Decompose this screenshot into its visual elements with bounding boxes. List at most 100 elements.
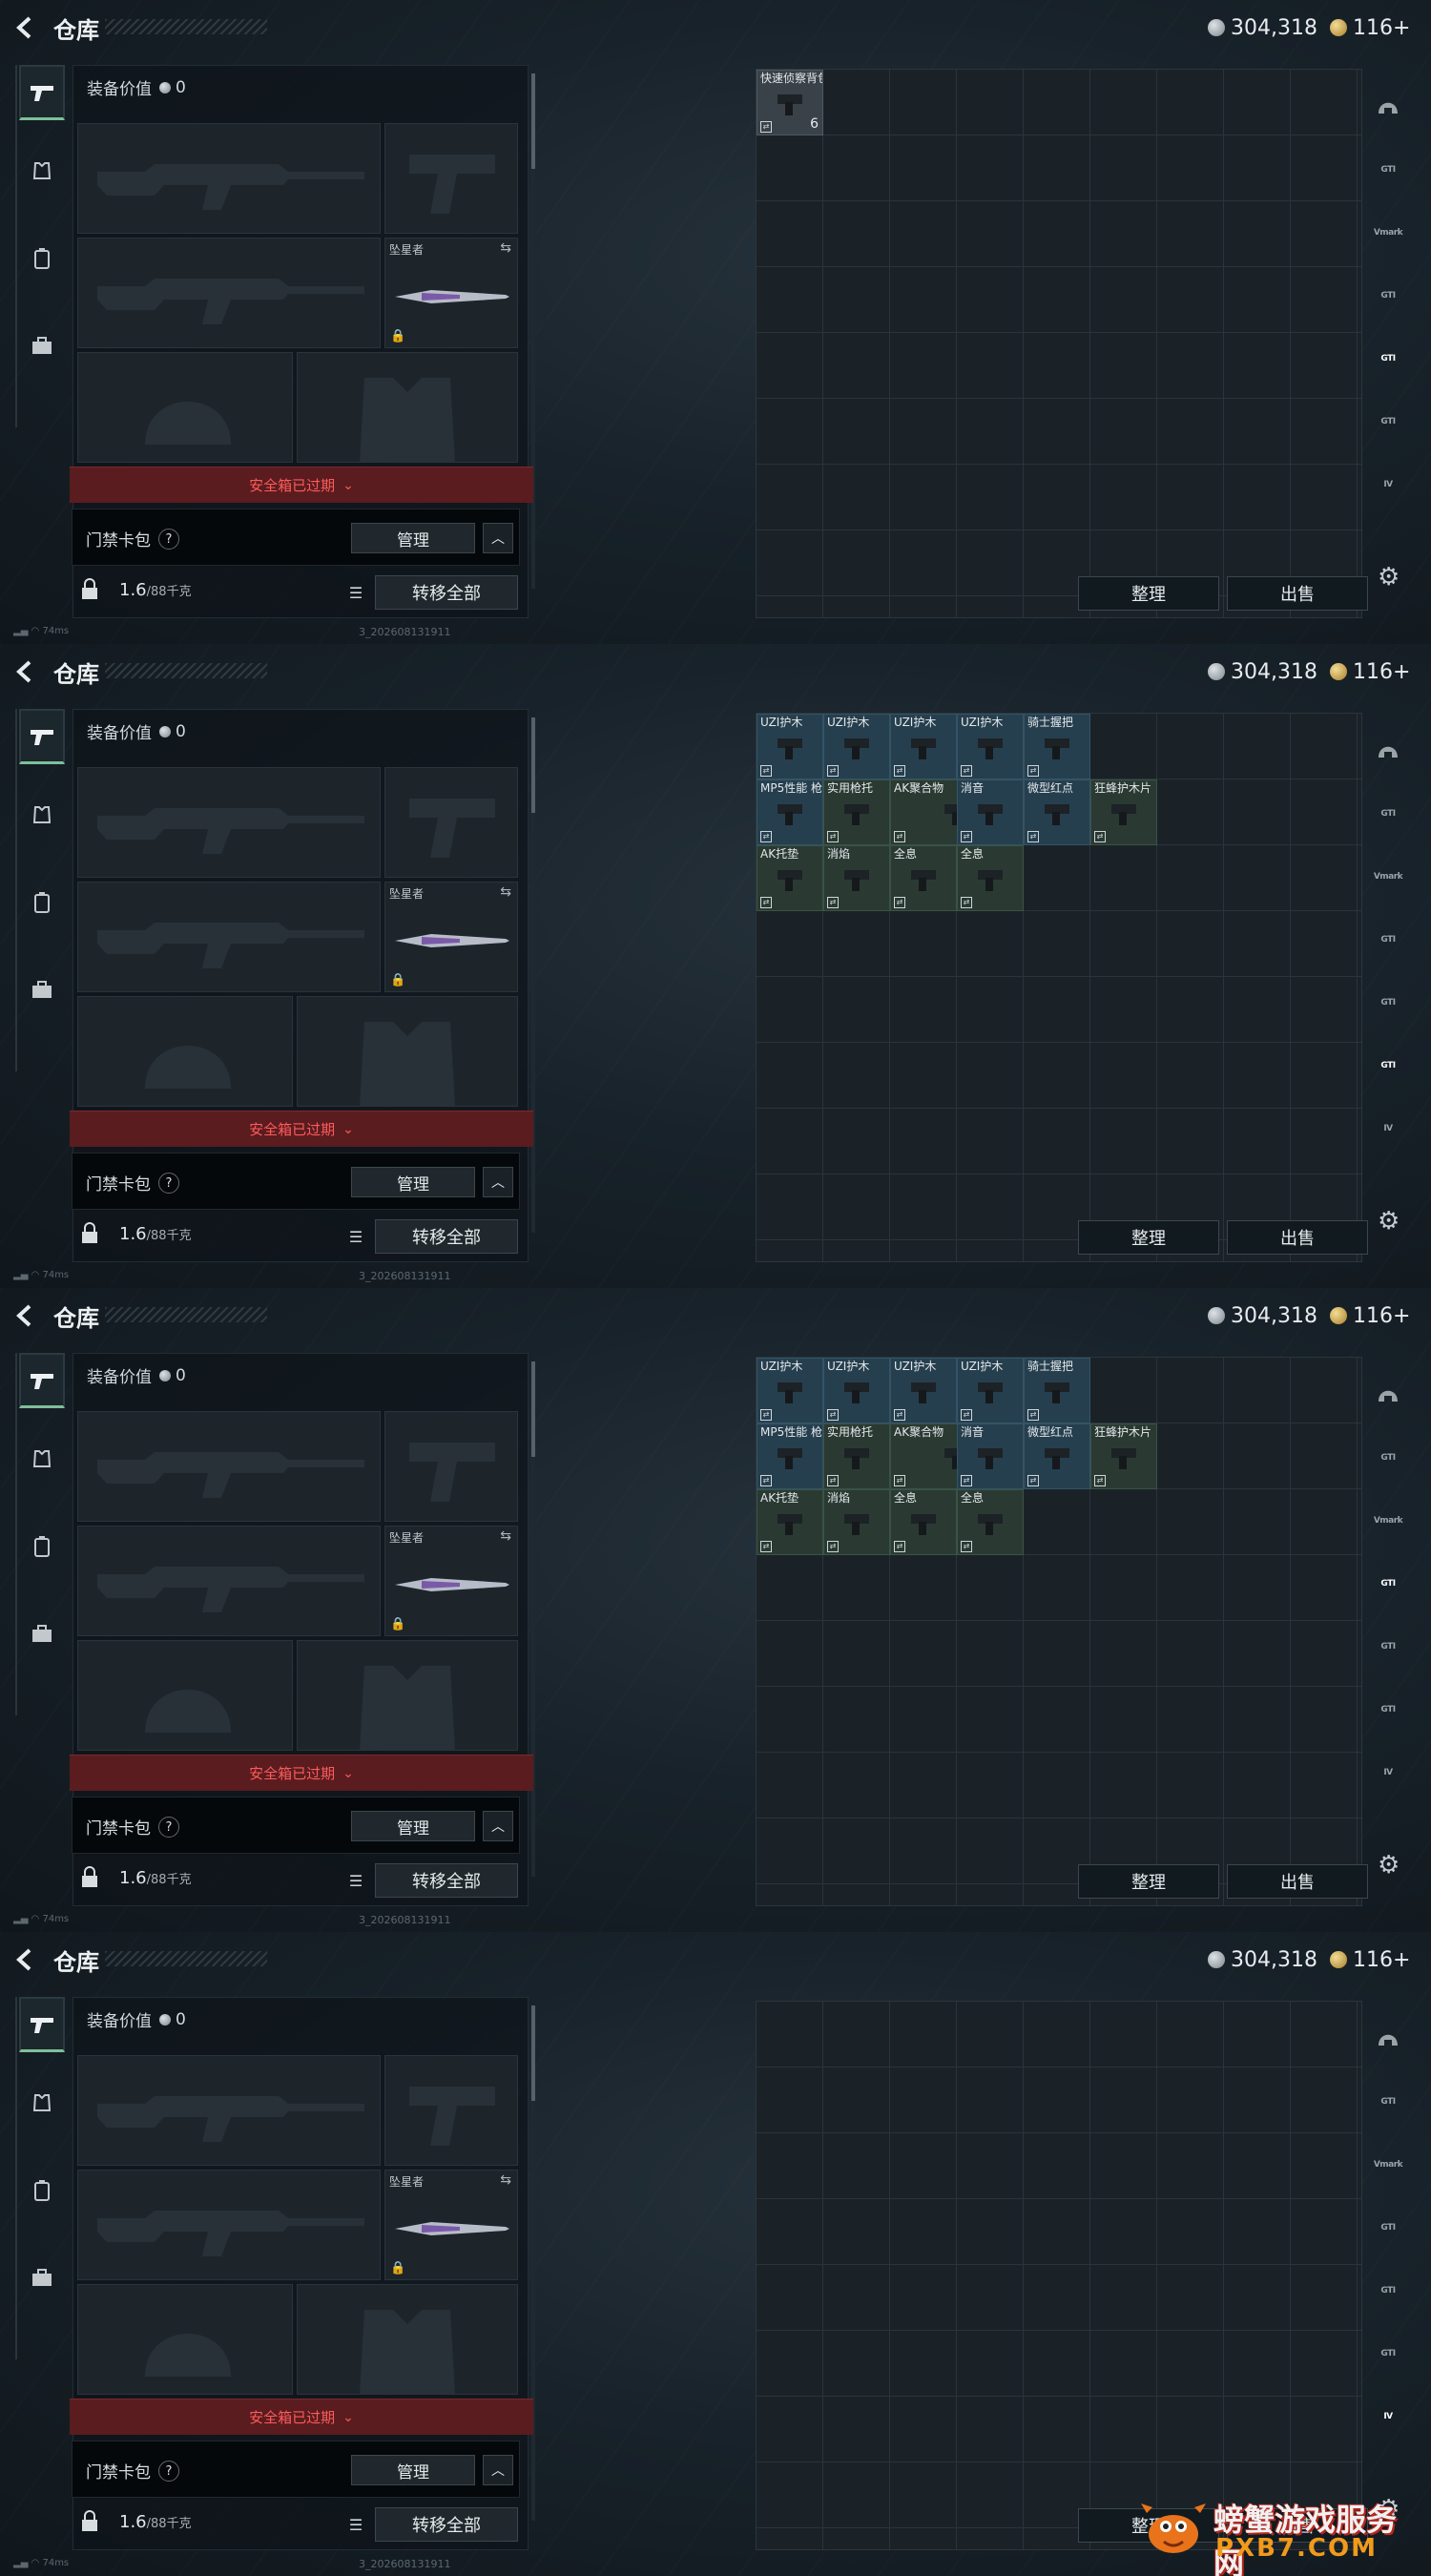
tab-backpack[interactable]	[19, 1519, 65, 1574]
storage-item[interactable]: 实用枪托 ⇄	[823, 779, 890, 845]
back-arrow-icon[interactable]	[13, 659, 38, 684]
list-icon[interactable]: ☰	[341, 2511, 371, 2538]
equipment-scrollbar[interactable]	[531, 717, 535, 1233]
storage-item[interactable]: 全息 ⇄	[957, 1489, 1024, 1555]
tab-case[interactable]	[19, 1607, 65, 1662]
safebox-expired-banner[interactable]: 安全箱已过期 ⌄	[70, 2399, 533, 2435]
chevron-up-button[interactable]: ︿	[483, 2455, 513, 2485]
armor-slot[interactable]	[297, 996, 518, 1107]
storage-tab-7[interactable]: IV	[1370, 466, 1406, 504]
storage-item[interactable]: MP5性能 枪管组合 ⇄	[757, 779, 823, 845]
storage-tab-4[interactable]: GTI	[1370, 1565, 1406, 1603]
storage-item[interactable]: 骑士握把 ⇄	[1024, 1358, 1090, 1423]
gear-icon[interactable]: ⚙	[1378, 563, 1400, 592]
gear-icon[interactable]: ⚙	[1378, 1851, 1400, 1880]
storage-tab-6[interactable]: GTI	[1370, 1691, 1406, 1729]
secondary-weapon-slot[interactable]	[77, 2170, 381, 2280]
manage-button[interactable]: 管理	[351, 2455, 475, 2485]
armor-slot[interactable]	[297, 1640, 518, 1751]
tab-weapons[interactable]	[19, 1353, 65, 1408]
storage-tab-1[interactable]	[1370, 732, 1406, 770]
chevron-up-button[interactable]: ︿	[483, 1811, 513, 1841]
storage-tab-2[interactable]: GTI	[1370, 2083, 1406, 2121]
back-arrow-icon[interactable]	[13, 1947, 38, 1972]
helmet-slot[interactable]	[77, 996, 293, 1107]
chevron-up-button[interactable]: ︿	[483, 523, 513, 553]
pistol-slot[interactable]	[384, 2055, 518, 2166]
sort-button[interactable]: 整理	[1078, 1220, 1219, 1255]
safebox-expired-banner[interactable]: 安全箱已过期 ⌄	[70, 467, 533, 503]
storage-item[interactable]: 消焰 ⇄	[823, 845, 890, 911]
list-icon[interactable]: ☰	[341, 1223, 371, 1250]
scroll-thumb[interactable]	[531, 2005, 535, 2101]
tab-backpack[interactable]	[19, 875, 65, 930]
sort-button[interactable]: 整理	[1078, 1864, 1219, 1899]
storage-tab-4[interactable]: GTI	[1370, 277, 1406, 315]
tab-case[interactable]	[19, 319, 65, 374]
storage-tab-1[interactable]	[1370, 88, 1406, 126]
storage-tab-2[interactable]: GTI	[1370, 151, 1406, 189]
storage-item[interactable]: 全息 ⇄	[957, 845, 1024, 911]
manage-button[interactable]: 管理	[351, 523, 475, 553]
scroll-thumb[interactable]	[531, 73, 535, 169]
transfer-all-button[interactable]: 转移全部	[375, 575, 518, 610]
storage-tab-7[interactable]: IV	[1370, 1754, 1406, 1792]
helmet-slot[interactable]	[77, 352, 293, 463]
helmet-slot[interactable]	[77, 2284, 293, 2395]
storage-grid[interactable]: UZI护木 ⇄ UZI护木 ⇄ UZI护木 ⇄ UZI护木 ⇄ 骑士握把 ⇄ MP5性能 枪管组合 ⇄…	[756, 713, 1362, 1262]
storage-item[interactable]: 微型红点 ⇄	[1024, 779, 1090, 845]
storage-item[interactable]: 消焰 ⇄	[823, 1489, 890, 1555]
storage-item[interactable]: 骑士握把 ⇄	[1024, 714, 1090, 779]
list-icon[interactable]: ☰	[341, 579, 371, 606]
sell-button[interactable]: 出售	[1227, 576, 1368, 611]
primary-weapon-slot[interactable]	[77, 123, 381, 234]
tab-armor[interactable]	[19, 1431, 65, 1486]
storage-tab-5[interactable]: GTI	[1370, 2272, 1406, 2310]
storage-tab-1[interactable]	[1370, 2020, 1406, 2058]
storage-tab-4[interactable]: GTI	[1370, 921, 1406, 959]
melee-slot[interactable]: 坠星者 ⇆ 🔒	[384, 1526, 518, 1636]
secondary-weapon-slot[interactable]	[77, 882, 381, 992]
list-icon[interactable]: ☰	[341, 1867, 371, 1894]
storage-item[interactable]: UZI护木 ⇄	[757, 1358, 823, 1423]
primary-weapon-slot[interactable]	[77, 1411, 381, 1522]
storage-tab-6[interactable]: GTI	[1370, 1047, 1406, 1085]
secondary-weapon-slot[interactable]	[77, 238, 381, 348]
storage-item[interactable]: UZI护木 ⇄	[957, 714, 1024, 779]
storage-item[interactable]: 实用枪托 ⇄	[823, 1423, 890, 1489]
storage-item[interactable]: 消音 ⇄	[957, 779, 1024, 845]
helmet-slot[interactable]	[77, 1640, 293, 1751]
storage-item[interactable]: 狂蜂护木片 ⇄	[1090, 1423, 1157, 1489]
tab-weapons[interactable]	[19, 709, 65, 764]
storage-item[interactable]: 消音 ⇄	[957, 1423, 1024, 1489]
help-icon[interactable]: ?	[158, 1173, 179, 1194]
sell-button[interactable]: 出售	[1227, 1864, 1368, 1899]
safebox-expired-banner[interactable]: 安全箱已过期 ⌄	[70, 1111, 533, 1147]
safebox-expired-banner[interactable]: 安全箱已过期 ⌄	[70, 1755, 533, 1791]
storage-tab-1[interactable]	[1370, 1376, 1406, 1414]
tab-case[interactable]	[19, 2251, 65, 2306]
storage-tab-5[interactable]: GTI	[1370, 1628, 1406, 1666]
storage-item[interactable]: AK托垫 ⇄	[757, 1489, 823, 1555]
primary-weapon-slot[interactable]	[77, 2055, 381, 2166]
sort-button[interactable]: 整理	[1078, 576, 1219, 611]
melee-slot[interactable]: 坠星者 ⇆ 🔒	[384, 238, 518, 348]
storage-tab-2[interactable]: GTI	[1370, 795, 1406, 833]
melee-slot[interactable]: 坠星者 ⇆ 🔒	[384, 882, 518, 992]
tab-weapons[interactable]	[19, 65, 65, 120]
tab-weapons[interactable]	[19, 1997, 65, 2052]
storage-item[interactable]: UZI护木 ⇄	[957, 1358, 1024, 1423]
pistol-slot[interactable]	[384, 123, 518, 234]
storage-tab-7[interactable]: IV	[1370, 2398, 1406, 2436]
transfer-all-button[interactable]: 转移全部	[375, 1863, 518, 1898]
armor-slot[interactable]	[297, 352, 518, 463]
storage-item[interactable]: 全息 ⇄	[890, 845, 957, 911]
tab-armor[interactable]	[19, 787, 65, 842]
pistol-slot[interactable]	[384, 1411, 518, 1522]
equipment-scrollbar[interactable]	[531, 2005, 535, 2521]
equipment-scrollbar[interactable]	[531, 73, 535, 589]
storage-tab-4[interactable]: GTI	[1370, 2209, 1406, 2247]
storage-tab-6[interactable]: GTI	[1370, 2335, 1406, 2373]
storage-tab-7[interactable]: IV	[1370, 1110, 1406, 1148]
swap-icon[interactable]: ⇆	[500, 884, 511, 900]
